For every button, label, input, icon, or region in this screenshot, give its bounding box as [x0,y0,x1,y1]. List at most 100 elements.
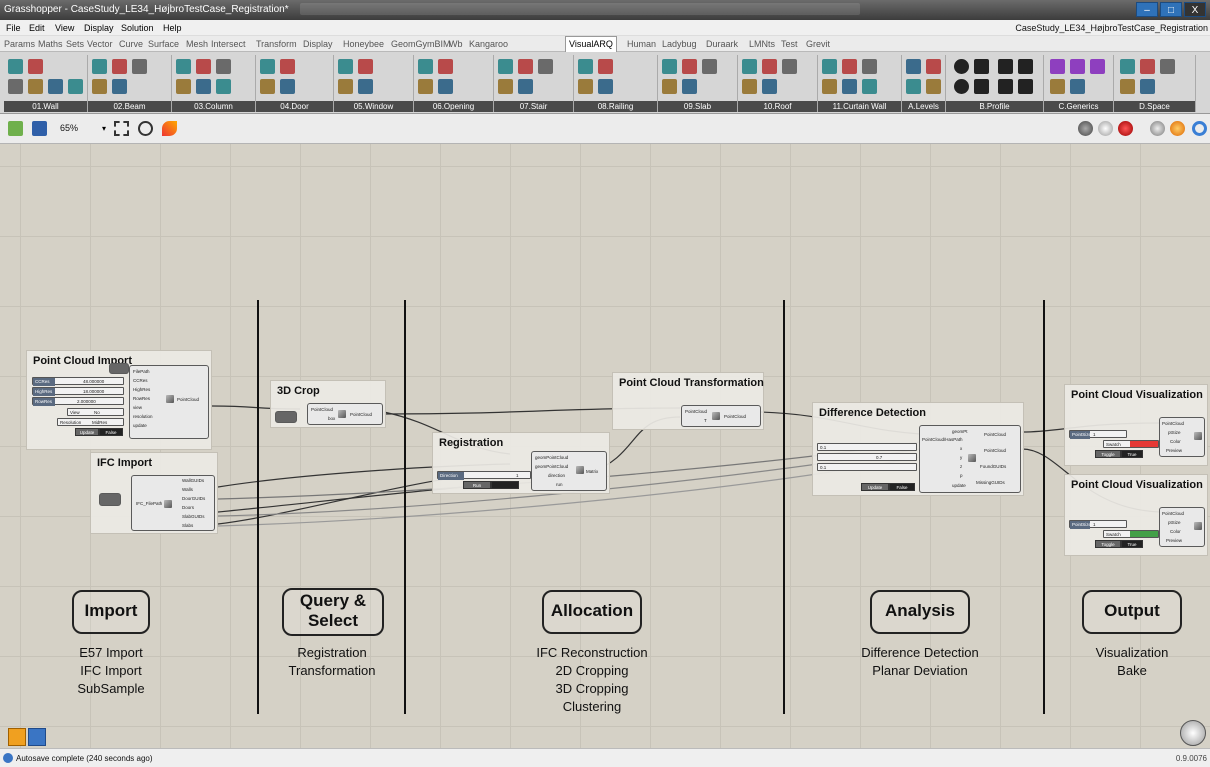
curtain-wall-icon[interactable] [822,59,837,74]
column-param-icon[interactable] [216,59,231,74]
wall-edit-icon[interactable] [48,79,63,94]
tab-lmnts[interactable]: LMNts [749,39,775,49]
tab-display[interactable]: Display [303,39,333,49]
roof-info-icon[interactable] [742,79,757,94]
window-icon[interactable] [338,59,353,74]
tab-kangaroo[interactable]: Kangaroo [469,39,508,49]
wall-param-icon[interactable] [8,79,23,94]
window-info-icon[interactable] [338,79,353,94]
box-profile-icon[interactable] [974,79,989,94]
file-path-param[interactable] [109,363,129,374]
update-button[interactable]: Update [75,428,99,436]
node-point-cloud-visualization-1[interactable]: Point Cloud Visualization PointSize 1 Sw… [1064,384,1208,466]
tab-maths[interactable]: Maths [38,39,63,49]
railing-style-icon[interactable] [598,59,613,74]
i-profile-icon[interactable] [998,59,1013,74]
view-dropdown[interactable]: View No [67,408,124,416]
curtain-wall-edit-icon[interactable] [842,79,857,94]
component-difference-detection[interactable]: geomPt PointCloud/HasPath x y z p update… [919,425,1021,493]
wall-icon[interactable] [8,59,23,74]
door-edit-icon[interactable] [280,79,295,94]
curtain-wall-param-icon[interactable] [862,59,877,74]
preview-render-icon[interactable] [1170,121,1185,136]
preview-eye-icon[interactable] [138,121,153,136]
slider-z[interactable]: 0.1 [817,463,917,471]
component-point-cloud-transformation[interactable]: PointCloud T PointCloud [681,405,761,427]
slab-edit-icon[interactable] [682,79,697,94]
levels-icon[interactable] [906,59,921,74]
wall-info-icon[interactable] [28,79,43,94]
update-button[interactable]: Update [861,483,889,491]
zoom-dropdown-icon[interactable]: ▾ [102,124,112,134]
window-edit-icon[interactable] [358,79,373,94]
wall-extra-icon[interactable] [68,79,83,94]
tab-duraark[interactable]: Duraark [706,39,738,49]
preview-off-icon[interactable] [1078,121,1093,136]
generic-m3-icon[interactable] [1090,59,1105,74]
opening-style-icon[interactable] [438,59,453,74]
c-profile-icon[interactable] [1018,79,1033,94]
generic-list-icon[interactable] [1070,79,1085,94]
opening-info-icon[interactable] [418,79,433,94]
menu-solution[interactable]: Solution [121,23,154,33]
menu-file[interactable]: File [6,23,21,33]
ifc-file-path-param[interactable] [99,493,121,506]
close-button[interactable]: X [1184,2,1206,17]
space-info-icon[interactable] [1120,79,1135,94]
door-icon[interactable] [260,59,275,74]
space-param-icon[interactable] [1160,59,1175,74]
slider-rowres[interactable]: RowRes 2.000000 [32,397,124,406]
wall-style-icon[interactable] [28,59,43,74]
tab-curve[interactable]: Curve [119,39,143,49]
slider-ccres[interactable]: CCRes 48.000000 [32,377,124,386]
opening-icon[interactable] [418,59,433,74]
generic-info-icon[interactable] [1050,79,1065,94]
save-file-icon[interactable] [32,121,47,136]
preview-wire-icon[interactable] [1098,121,1113,136]
node-point-cloud-import[interactable]: Point Cloud Import CCRes 48.000000 HighR… [26,350,212,450]
tab-mesh[interactable]: Mesh [186,39,208,49]
grasshopper-canvas[interactable]: Point Cloud Import CCRes 48.000000 HighR… [0,144,1210,748]
python-icon[interactable] [28,728,46,746]
door-info-icon[interactable] [260,79,275,94]
update-toggle[interactable]: False [889,483,915,491]
preview-settings-icon[interactable] [1192,121,1207,136]
tab-human[interactable]: Human [627,39,656,49]
beam-icon[interactable] [92,59,107,74]
zoom-extents-icon[interactable] [114,121,129,136]
tab-intersect[interactable]: Intersect [211,39,246,49]
door-style-icon[interactable] [280,59,295,74]
stair-info-icon[interactable] [498,79,513,94]
railing-info-icon[interactable] [578,79,593,94]
tab-sets[interactable]: Sets [66,39,84,49]
color-swatch[interactable]: Swatch [1103,530,1159,538]
component-point-cloud-visualization-1[interactable]: PointCloud ptSize Color Preview [1159,417,1205,457]
menu-edit[interactable]: Edit [29,23,45,33]
tab-visualarq[interactable]: VisualARQ [565,36,617,52]
tab-grevit[interactable]: Grevit [806,39,830,49]
column-info-icon[interactable] [176,79,191,94]
levels-style-icon[interactable] [926,59,941,74]
slab-param-icon[interactable] [702,59,717,74]
l-profile-icon[interactable] [998,79,1013,94]
railing-icon[interactable] [578,59,593,74]
railing-edit-icon[interactable] [598,79,613,94]
tab-wb[interactable]: Wb [449,39,463,49]
navigation-widget-icon[interactable] [1180,720,1206,746]
node-ifc-import[interactable]: IFC Import IFC_FilePath WallGUIDs Walls … [90,452,218,534]
zoom-level[interactable]: 65% [60,123,78,133]
node-point-cloud-transformation[interactable]: Point Cloud Transformation PointCloud T … [612,372,764,430]
sketch-pen-icon[interactable] [162,121,177,136]
beam-param-icon[interactable] [132,59,147,74]
toggle-true[interactable]: True [1121,540,1143,548]
generic-table-icon[interactable] [1070,59,1085,74]
space-style-icon[interactable] [1140,59,1155,74]
tab-surface[interactable]: Surface [148,39,179,49]
beam-edit-icon[interactable] [112,79,127,94]
space-edit-icon[interactable] [1140,79,1155,94]
rectangle-profile-icon[interactable] [974,59,989,74]
levels-info-icon[interactable] [906,79,921,94]
preview-selected-icon[interactable] [1150,121,1165,136]
menu-display[interactable]: Display [84,23,114,33]
rhino-icon[interactable] [8,728,26,746]
